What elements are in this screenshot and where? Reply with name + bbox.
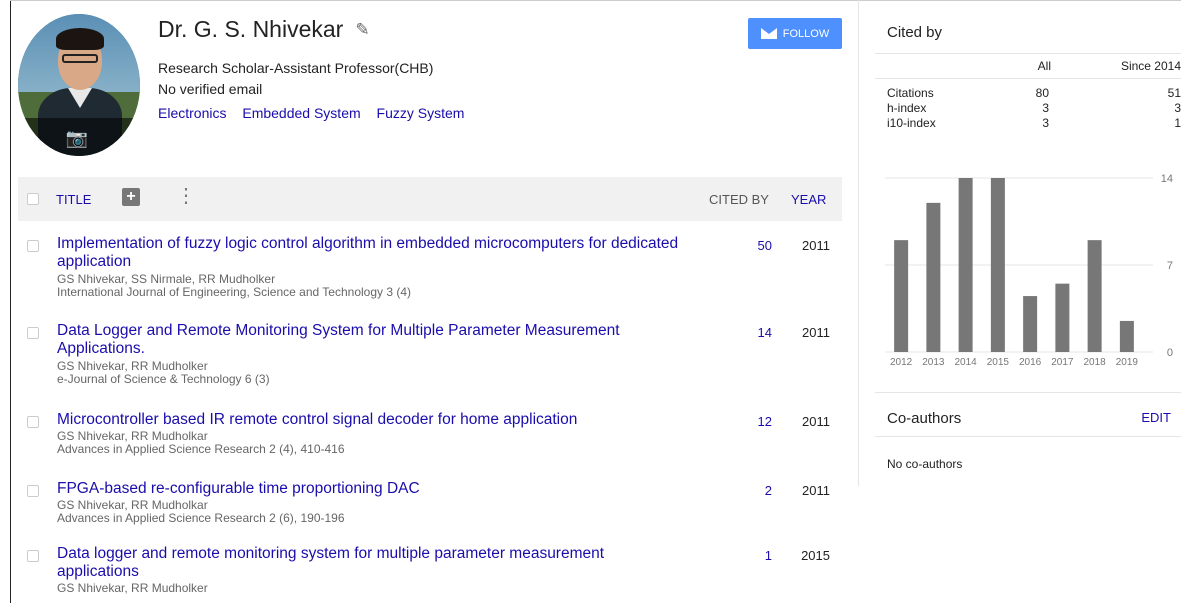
article-venue: Advances in Applied Science Research 2 (… bbox=[57, 442, 345, 456]
profile-name: Dr. G. S. Nhivekar ✎ bbox=[158, 16, 370, 43]
cited-by-count[interactable]: 50 bbox=[718, 238, 772, 253]
article-year: 2011 bbox=[802, 325, 830, 340]
chart-bar[interactable] bbox=[1087, 240, 1102, 352]
chart-x-tick-label: 2018 bbox=[1084, 357, 1107, 368]
article-year: 2011 bbox=[802, 414, 830, 429]
avatar-hair bbox=[56, 28, 104, 50]
chart-y-tick-label: 14 bbox=[1161, 173, 1173, 185]
follow-button[interactable]: FOLLOW bbox=[748, 18, 842, 49]
page-left-border bbox=[10, 0, 11, 603]
citations-chart: 0 7 14 2012 2013 2014 2015 2016 2017 2018 2019 bbox=[875, 172, 1181, 372]
sort-by-cited[interactable]: CITED BY bbox=[709, 192, 769, 207]
row-checkbox[interactable] bbox=[27, 327, 39, 339]
stat-all: 80 bbox=[1035, 86, 1049, 100]
chart-x-tick-label: 2017 bbox=[1051, 357, 1074, 368]
cited-by-count[interactable]: 1 bbox=[718, 548, 772, 563]
col-all-header: All bbox=[1037, 59, 1051, 73]
coauthors-title: Co-authors bbox=[887, 410, 962, 427]
pencil-icon[interactable]: ✎ bbox=[355, 20, 369, 40]
stat-since: 51 bbox=[1167, 86, 1181, 100]
article-authors: GS Nhivekar, RR Mudholker bbox=[57, 581, 208, 595]
interest-link[interactable]: Electronics bbox=[158, 105, 226, 121]
profile-avatar[interactable]: 📷 bbox=[18, 14, 140, 156]
select-all-checkbox[interactable] bbox=[27, 193, 39, 205]
chart-bar[interactable] bbox=[958, 178, 973, 352]
article-year: 2015 bbox=[801, 548, 830, 563]
article-year: 2011 bbox=[802, 238, 830, 253]
chart-bar[interactable] bbox=[926, 202, 941, 352]
sort-by-title[interactable]: TITLE bbox=[56, 192, 91, 207]
stat-since: 3 bbox=[1174, 101, 1181, 115]
sort-by-year[interactable]: YEAR bbox=[791, 192, 826, 207]
chart-bar[interactable] bbox=[894, 240, 909, 352]
profile-interests: Electronics Embedded System Fuzzy System bbox=[158, 105, 476, 121]
article-entry: Implementation of fuzzy logic control al… bbox=[57, 235, 717, 299]
cited-by-count[interactable]: 2 bbox=[718, 483, 772, 498]
stat-since: 1 bbox=[1174, 116, 1181, 130]
interest-link[interactable]: Fuzzy System bbox=[377, 105, 465, 121]
divider bbox=[875, 392, 1181, 393]
chart-x-tick-label: 2015 bbox=[987, 357, 1010, 368]
article-entry: Data logger and remote monitoring system… bbox=[57, 545, 717, 595]
coauthors-edit-button[interactable]: EDIT bbox=[1141, 410, 1171, 425]
chart-x-tick-label: 2016 bbox=[1019, 357, 1042, 368]
cited-by-count[interactable]: 14 bbox=[718, 325, 772, 340]
citations-chart-svg: 0 7 14 2012 2013 2014 2015 2016 2017 2018 2019 bbox=[885, 173, 1173, 368]
chart-bar[interactable] bbox=[1119, 320, 1134, 352]
stat-name: i10-index bbox=[887, 116, 936, 130]
col-since-header: Since 2014 bbox=[1120, 59, 1181, 73]
more-vert-icon[interactable]: ⋮ bbox=[176, 186, 196, 206]
coauthors-empty: No co-authors bbox=[887, 457, 963, 471]
camera-icon[interactable]: 📷 bbox=[65, 128, 89, 148]
chart-x-tick-label: 2014 bbox=[955, 357, 978, 368]
article-title[interactable]: Implementation of fuzzy logic control al… bbox=[57, 235, 717, 271]
avatar-glasses bbox=[62, 54, 98, 63]
stat-name: Citations bbox=[887, 86, 934, 100]
divider bbox=[875, 53, 1181, 54]
stat-all: 3 bbox=[1042, 116, 1049, 130]
divider bbox=[875, 436, 1181, 437]
chart-bar[interactable] bbox=[1055, 283, 1070, 352]
article-entry: FPGA-based re-configurable time proporti… bbox=[57, 480, 717, 525]
add-article-icon[interactable]: + bbox=[122, 188, 140, 206]
profile-affiliation: Research Scholar-Assistant Professor(CHB… bbox=[158, 60, 434, 76]
profile-email: No verified email bbox=[158, 81, 263, 97]
stat-all: 3 bbox=[1042, 101, 1049, 115]
chart-x-tick-label: 2012 bbox=[890, 357, 913, 368]
article-entry: Microcontroller based IR remote control … bbox=[57, 411, 717, 456]
sidebar: Cited by All Since 2014 Citations 80 51 … bbox=[858, 0, 1181, 486]
interest-link[interactable]: Embedded System bbox=[242, 105, 360, 121]
chart-y-tick-label: 7 bbox=[1167, 260, 1173, 272]
row-checkbox[interactable] bbox=[27, 240, 39, 252]
article-venue: e-Journal of Science & Technology 6 (3) bbox=[57, 372, 270, 386]
cited-by-count[interactable]: 12 bbox=[718, 414, 772, 429]
article-venue: Advances in Applied Science Research 2 (… bbox=[57, 511, 345, 525]
row-checkbox[interactable] bbox=[27, 485, 39, 497]
row-checkbox[interactable] bbox=[27, 550, 39, 562]
article-title[interactable]: Data Logger and Remote Monitoring System… bbox=[57, 322, 657, 358]
mail-icon bbox=[760, 28, 777, 39]
follow-label: FOLLOW bbox=[782, 27, 830, 40]
chart-bar[interactable] bbox=[990, 178, 1005, 352]
row-checkbox[interactable] bbox=[27, 416, 39, 428]
article-title[interactable]: Data logger and remote monitoring system… bbox=[57, 545, 657, 581]
chart-x-tick-label: 2019 bbox=[1116, 357, 1139, 368]
article-year: 2011 bbox=[802, 483, 830, 498]
chart-bar[interactable] bbox=[1023, 296, 1038, 352]
article-entry: Data Logger and Remote Monitoring System… bbox=[57, 322, 717, 386]
stat-name: h-index bbox=[887, 101, 927, 115]
article-title[interactable]: FPGA-based re-configurable time proporti… bbox=[57, 480, 717, 498]
chart-x-tick-label: 2013 bbox=[922, 357, 945, 368]
chart-y-tick-label: 0 bbox=[1167, 347, 1173, 359]
articles-table-header: TITLE + ⋮ CITED BY YEAR bbox=[18, 177, 842, 221]
article-venue: International Journal of Engineering, Sc… bbox=[57, 285, 412, 299]
profile-name-text: Dr. G. S. Nhivekar bbox=[158, 16, 344, 42]
cited-by-title: Cited by bbox=[887, 24, 943, 41]
article-title[interactable]: Microcontroller based IR remote control … bbox=[57, 411, 717, 429]
divider bbox=[875, 78, 1181, 79]
